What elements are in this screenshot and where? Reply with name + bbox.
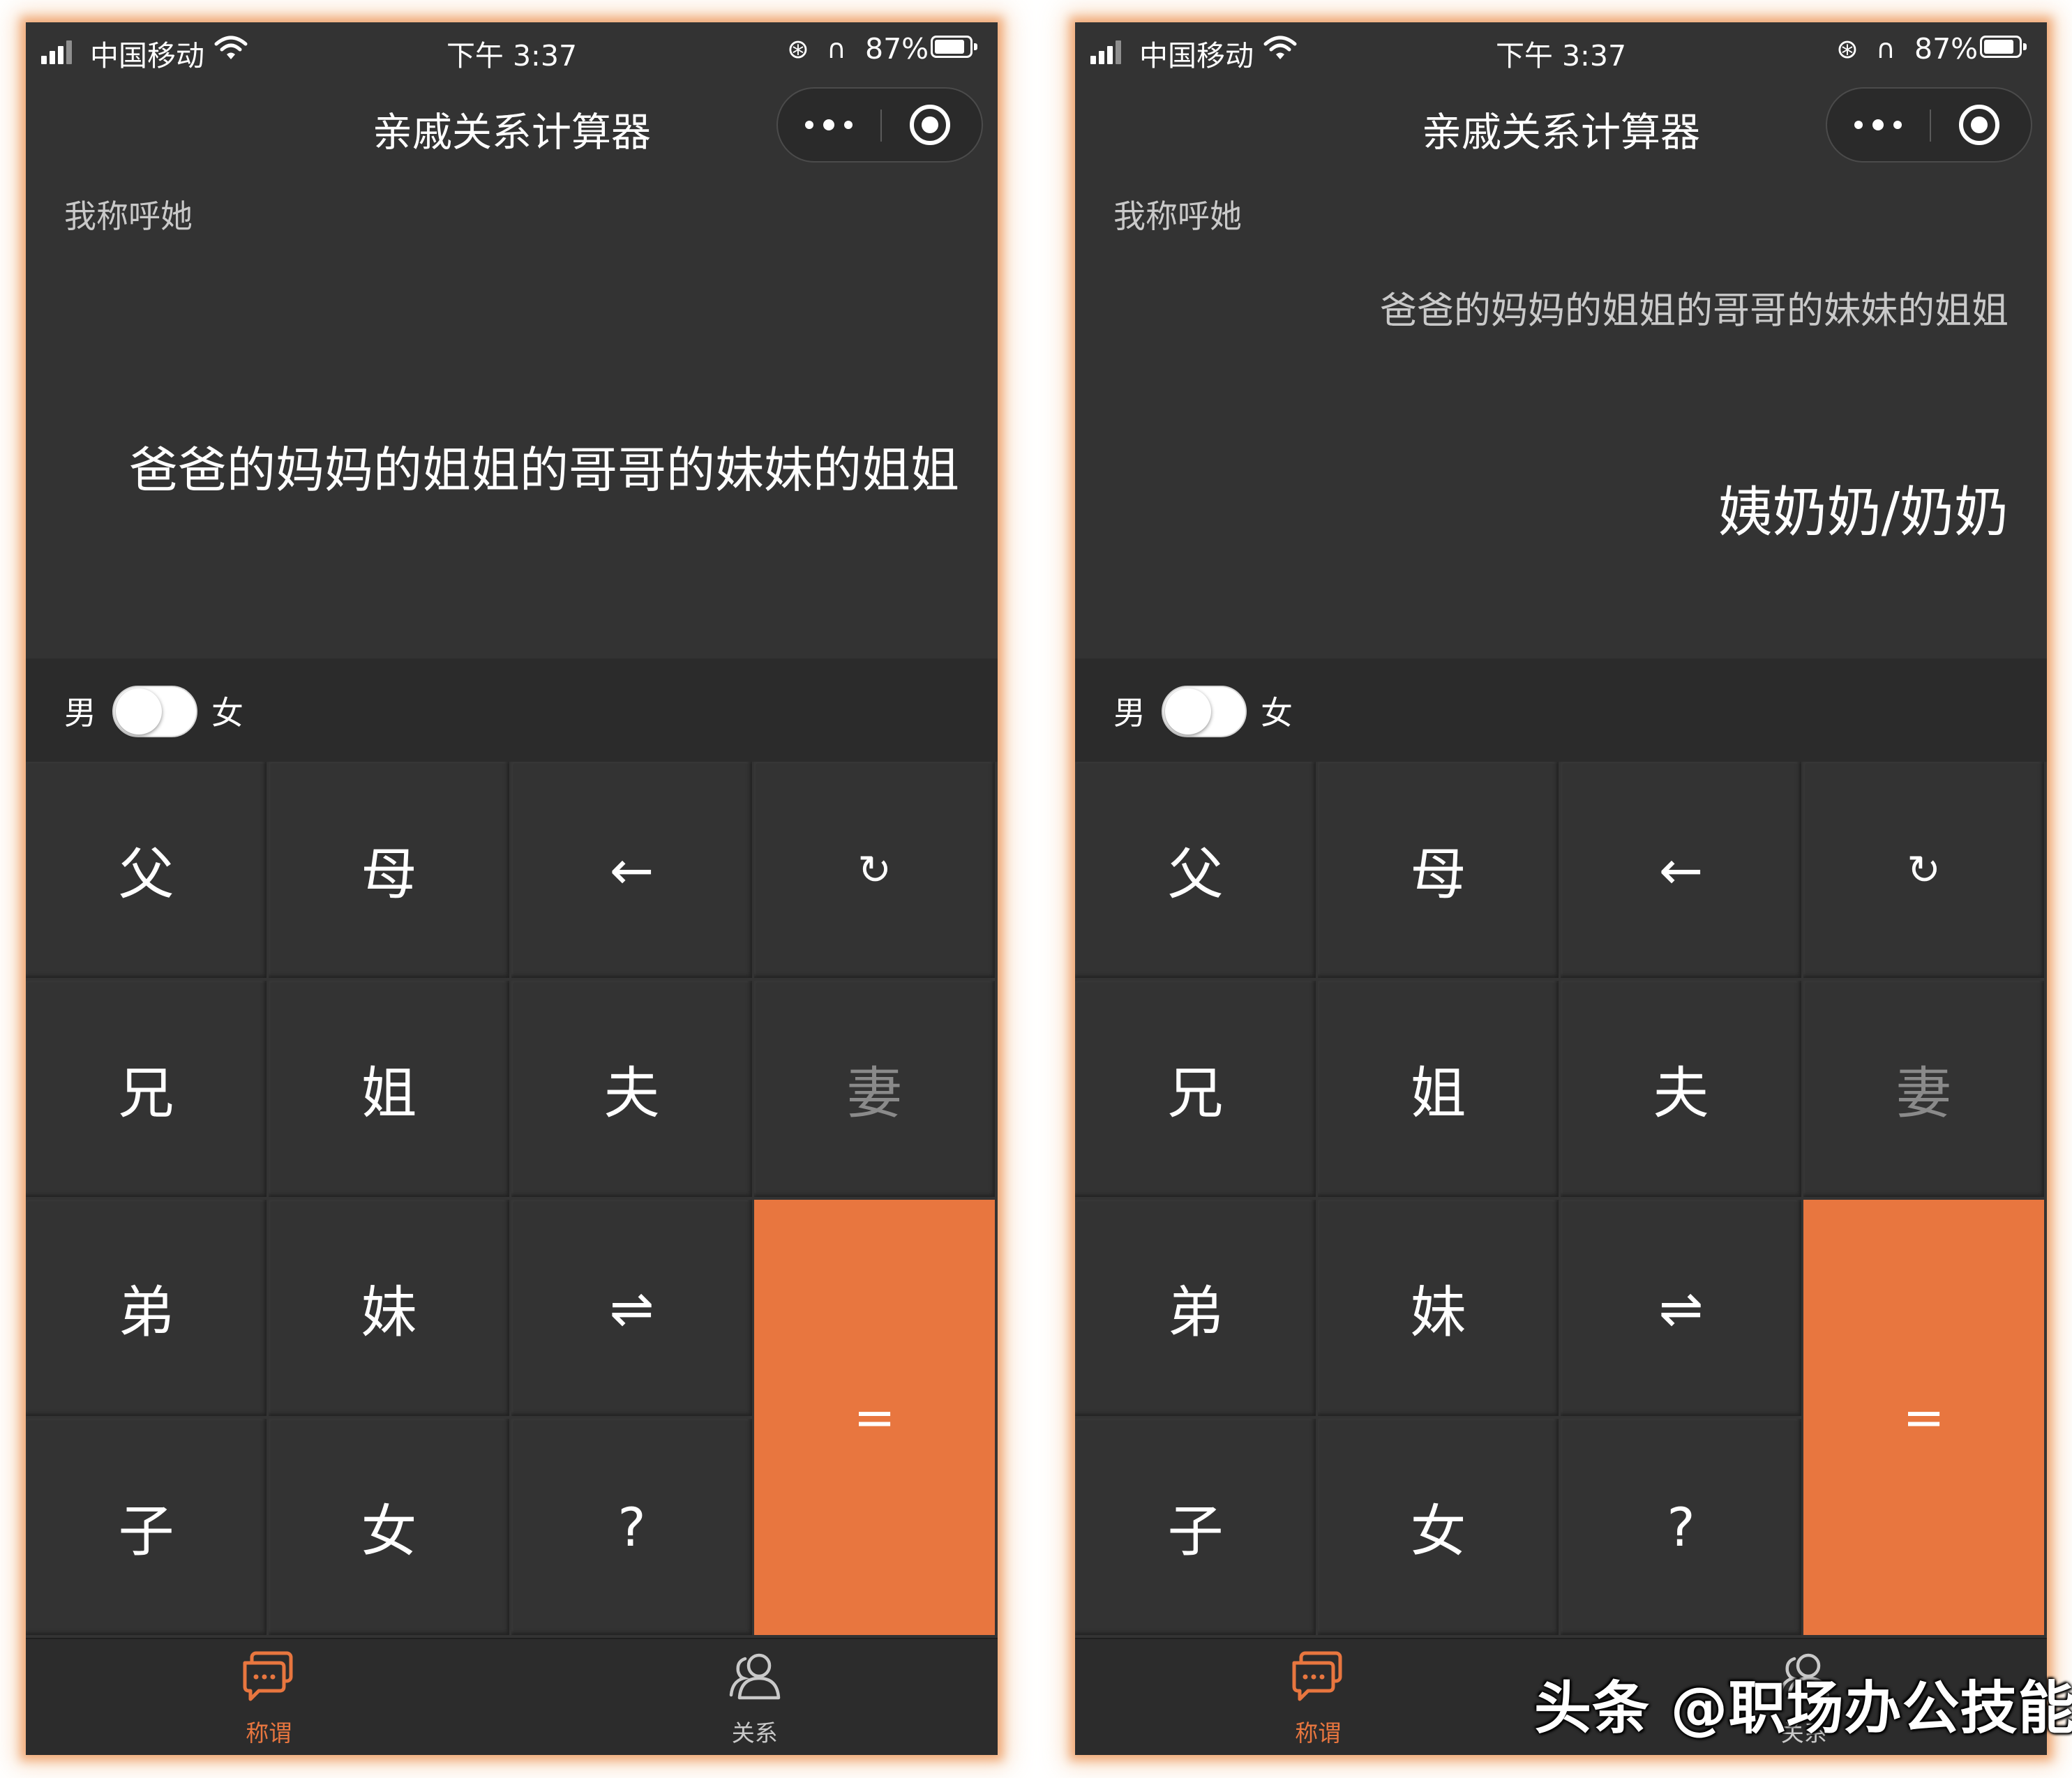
key-elder-brother[interactable]: 兄 [26,981,266,1197]
key-younger-sister[interactable]: 妹 [269,1200,509,1416]
key-father[interactable]: 父 [26,762,266,978]
key-elder-sister[interactable]: 姐 [269,981,509,1197]
chat-bubble-icon [1292,1651,1342,1701]
tab-relation-label: 关系 [731,1719,778,1747]
key-equals[interactable]: = [754,1200,995,1635]
key-question[interactable]: ? [511,1419,752,1635]
battery-percentage: 87% [1914,32,1979,66]
gender-toggle[interactable] [112,686,197,737]
key-husband[interactable]: 夫 [1561,981,1801,1197]
battery-percentage: 87% [865,32,929,66]
key-backspace[interactable]: ← [511,762,752,978]
relation-expression: 爸爸的妈妈的姐姐的哥哥的妹妹的姐姐 [1380,289,2009,332]
close-miniprogram-icon[interactable] [910,105,950,145]
phone-screenshot-result: 中国移动 下午 3:37 ⊛ ∩ 87% 亲戚关系计算器 我称呼她 爸爸的妈妈的… [1075,22,2047,1755]
headphone-icon: ∩ [827,33,846,64]
tab-appellation-label: 称谓 [1295,1719,1342,1747]
key-mother[interactable]: 母 [269,762,509,978]
tab-appellation[interactable]: 称谓 [1075,1639,1561,1755]
key-son[interactable]: 子 [26,1419,266,1635]
key-father[interactable]: 父 [1075,762,1316,978]
clock: 下午 3:37 [1495,39,1627,73]
key-equals[interactable]: = [1803,1200,2044,1635]
tab-appellation-label: 称谓 [246,1719,292,1747]
key-husband[interactable]: 夫 [511,981,752,1197]
battery-icon [1980,36,2027,58]
key-elder-sister[interactable]: 姐 [1318,981,1559,1197]
key-wife[interactable]: 妻 [1803,981,2044,1197]
tab-relation[interactable]: 关系 [512,1639,998,1755]
miniprogram-capsule [776,87,983,163]
key-daughter[interactable]: 女 [1318,1419,1559,1635]
gender-female-label: 女 [211,694,243,732]
gender-bar: 男 女 [1075,658,2047,762]
key-wife[interactable]: 妻 [754,981,995,1197]
people-icon [729,1653,780,1700]
key-younger-brother[interactable]: 弟 [1075,1200,1316,1416]
key-question[interactable]: ? [1561,1419,1801,1635]
key-daughter[interactable]: 女 [269,1419,509,1635]
gender-toggle[interactable] [1162,686,1247,737]
call-label: 我称呼她 [1113,197,1242,235]
headphone-icon: ∩ [1876,33,1895,64]
watermark: 头条 @职场办公技能 [1534,1675,2072,1742]
gender-male-label: 男 [64,694,96,732]
key-swap[interactable]: ⇌ [511,1200,752,1416]
key-son[interactable]: 子 [1075,1419,1316,1635]
more-icon[interactable] [1854,118,1903,132]
key-elder-brother[interactable]: 兄 [1075,981,1316,1197]
key-younger-sister[interactable]: 妹 [1318,1200,1559,1416]
gender-bar: 男 女 [26,658,998,762]
close-miniprogram-icon[interactable] [1959,105,1999,145]
relation-expression: 爸爸的妈妈的姐姐的哥哥的妹妹的姐姐 [129,442,959,499]
clock: 下午 3:37 [446,39,578,73]
chat-bubble-icon [243,1651,293,1701]
rotation-lock-icon: ⊛ [1836,33,1859,64]
more-icon[interactable] [805,118,854,132]
key-mother[interactable]: 母 [1318,762,1559,978]
capsule-divider [880,110,882,142]
status-bar: 中国移动 下午 3:37 ⊛ ∩ 87% [26,22,998,75]
keypad: 父 母 ← ↻ 兄 姐 夫 妻 弟 妹 ⇌ = 子 女 ? [26,762,998,1638]
result-appellation: 姨奶奶/奶奶 [1718,481,2009,544]
key-reset[interactable]: ↻ [1803,762,2044,978]
miniprogram-capsule [1826,87,2032,163]
battery-icon [931,36,977,58]
call-label: 我称呼她 [64,197,193,235]
gender-female-label: 女 [1261,694,1293,732]
capsule-divider [1930,110,1931,142]
tab-bar: 称谓 关系 [26,1638,998,1755]
gender-male-label: 男 [1113,694,1146,732]
key-younger-brother[interactable]: 弟 [26,1200,266,1416]
key-reset[interactable]: ↻ [754,762,995,978]
key-backspace[interactable]: ← [1561,762,1801,978]
keypad: 父 母 ← ↻ 兄 姐 夫 妻 弟 妹 ⇌ = 子 女 ? [1075,762,2047,1638]
status-bar: 中国移动 下午 3:37 ⊛ ∩ 87% [1075,22,2047,75]
tab-appellation[interactable]: 称谓 [26,1639,512,1755]
key-swap[interactable]: ⇌ [1561,1200,1801,1416]
rotation-lock-icon: ⊛ [787,33,809,64]
phone-screenshot-input: 中国移动 下午 3:37 ⊛ ∩ 87% 亲戚关系计算器 我称呼她 爸爸的妈妈的… [26,22,998,1755]
